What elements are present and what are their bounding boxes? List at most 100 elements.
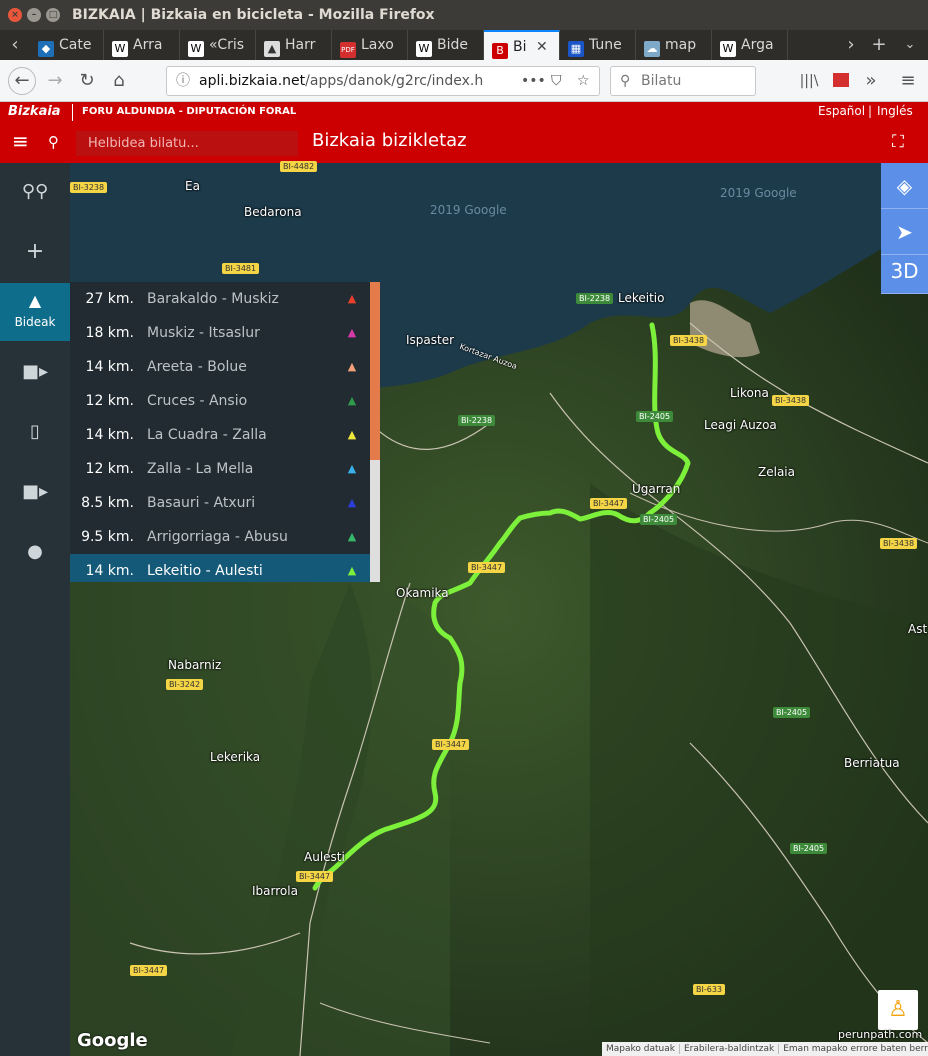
sidebar-item-globe[interactable]: ● (0, 523, 70, 583)
maximize-window-button[interactable]: □ (46, 8, 60, 22)
home-button[interactable]: ⌂ (106, 68, 132, 94)
road-label: BI-3238 (70, 182, 108, 193)
search-icon[interactable]: ⚲ (48, 133, 59, 151)
camera-icon: ■▸ (21, 481, 49, 502)
road-label: BI-3438 (772, 395, 810, 406)
address-search-input[interactable]: Helbidea bilatu... (76, 131, 298, 156)
browser-tab[interactable]: ☁ map (636, 30, 712, 60)
directions-icon: ◈ (896, 174, 913, 198)
place-label: Zelaia (758, 465, 795, 479)
sidebar-item-video[interactable]: ■▸ (0, 343, 70, 403)
browser-tab[interactable]: W Arga (712, 30, 788, 60)
place-label: Likona (730, 386, 769, 400)
terms-link[interactable]: Erabilera-baldintzak (679, 1044, 780, 1054)
pocket-icon[interactable]: ⛉ (551, 67, 562, 95)
list-item[interactable]: 14 km. La Cuadra - Zalla ▲ (70, 418, 370, 452)
library-icon[interactable]: |||\ (796, 68, 822, 94)
org-name: FORU ALDUNDIA - DIPUTACIÓN FORAL (82, 106, 297, 117)
tab-scroll-left-icon[interactable]: ‹ (2, 32, 28, 58)
road-icon: ▲ (28, 291, 42, 310)
tab-bar: ‹ ◆ Cate W Arra W «Cris ▲ Harr PDF Laxo W Bide… (0, 30, 928, 60)
road-label: BI-2238 (458, 415, 496, 426)
bizkaia-icon: B (492, 43, 508, 59)
list-item[interactable]: 14 km. Areeta - Bolue ▲ (70, 350, 370, 384)
info-icon[interactable]: ⓘ (176, 67, 190, 95)
browser-tab[interactable]: W Bide (408, 30, 484, 60)
view-3d-button[interactable]: 3D (881, 255, 928, 294)
browser-tab[interactable]: PDF Laxo (332, 30, 408, 60)
close-tab-icon[interactable]: ✕ (536, 32, 548, 60)
list-item[interactable]: 18 km. Muskiz - Itsaslur ▲ (70, 316, 370, 350)
reload-button[interactable]: ↻ (74, 68, 100, 94)
map-layers-icon[interactable]: ⛶ (892, 132, 904, 152)
wikipedia-icon: W (112, 41, 128, 57)
wikipedia-icon: W (416, 41, 432, 57)
lang-en-link[interactable]: Inglés (877, 104, 913, 118)
sidebar-item-bike[interactable]: ⚲⚲ (0, 163, 70, 223)
close-window-button[interactable]: × (8, 8, 22, 22)
tab-scroll-right-icon[interactable]: › (838, 32, 864, 58)
report-error-link[interactable]: Eman mapako errore baten berri (779, 1044, 928, 1054)
map-footer: Mapako datuak Erabilera-baldintzak Eman ma… (602, 1042, 928, 1056)
cloud-icon: ☁ (644, 41, 660, 57)
government-header: Bizkaia FORU ALDUNDIA - DIPUTACIÓN FORAL… (0, 102, 928, 123)
video-camera-icon: ■▸ (21, 361, 49, 382)
directions-button[interactable]: ◈ (881, 163, 928, 209)
road-label: BI-3447 (296, 871, 334, 882)
route-list-panel: 27 km. Barakaldo - Muskiz ▲ 18 km. Muskiz -… (70, 282, 380, 582)
bizkaia-logo[interactable]: Bizkaia (8, 104, 61, 119)
minimize-window-button[interactable]: – (27, 8, 41, 22)
pdf-icon: PDF (340, 42, 356, 58)
forward-button[interactable]: → (42, 68, 68, 94)
watermark: perunpath.com (838, 1028, 923, 1041)
new-tab-icon[interactable]: + (866, 32, 892, 58)
lang-separator: | (868, 104, 873, 118)
place-label: Ea (185, 179, 200, 193)
tab-list-icon[interactable]: ⌄ (897, 32, 923, 58)
sidebar-item-add[interactable]: + (0, 223, 70, 283)
list-item[interactable]: 12 km. Zalla - La Mella ▲ (70, 452, 370, 486)
browser-tab[interactable]: ◆ Cate (30, 30, 104, 60)
lang-es-link[interactable]: Español (818, 104, 865, 118)
road-icon: ▲ (347, 292, 357, 305)
street-view-pegman-icon[interactable]: ♙ (878, 990, 918, 1030)
menu-icon[interactable]: ≡ (12, 131, 29, 151)
url-bar[interactable]: ⓘ apli.bizkaia.net/apps/danok/g2rc/index… (166, 66, 600, 96)
sidebar-item-bideak[interactable]: ▲ Bideak (0, 283, 70, 341)
overflow-menu-icon[interactable]: » (858, 68, 884, 94)
browser-tab[interactable]: W «Cris (180, 30, 256, 60)
place-label: Aulesti (304, 850, 345, 864)
globe-icon: ● (27, 541, 43, 562)
back-button[interactable]: ← (8, 67, 36, 95)
sidebar: ⚲⚲ + ▲ Bideak ■▸ ▯ ■▸ ● (0, 163, 70, 1056)
bookmark-star-icon[interactable]: ☆ (577, 67, 590, 95)
browser-tab[interactable]: ▲ Harr (256, 30, 332, 60)
place-label: Nabarniz (168, 658, 222, 672)
peak-icon: ▲ (264, 41, 280, 57)
locate-button[interactable]: ➤ (881, 209, 928, 255)
map-data-link[interactable]: Mapako datuak (602, 1044, 680, 1054)
google-logo: Google (77, 1030, 148, 1051)
sidebar-item-pdf[interactable]: ▯ (0, 403, 70, 463)
road-label: BI-3242 (166, 679, 204, 690)
sidebar-item-camera[interactable]: ■▸ (0, 463, 70, 523)
road-icon: ▲ (347, 394, 357, 407)
road-label: BI-2405 (640, 514, 678, 525)
browser-tab[interactable]: ▦ Tune (560, 30, 636, 60)
road-icon: ▲ (347, 462, 357, 475)
place-label: Lekeitio (618, 291, 665, 305)
hamburger-menu-icon[interactable]: ≡ (895, 68, 921, 94)
list-item-selected[interactable]: 14 km. Lekeitio - Aulesti ▲ (70, 554, 370, 582)
browser-tab[interactable]: W Arra (104, 30, 180, 60)
scrollbar-thumb[interactable] (370, 282, 380, 460)
list-item[interactable]: 8.5 km. Basauri - Atxuri ▲ (70, 486, 370, 520)
list-item[interactable]: 9.5 km. Arrigorriaga - Abusu ▲ (70, 520, 370, 554)
extension-icon[interactable] (828, 68, 854, 94)
browser-search-input[interactable]: ⚲ Bilatu (610, 66, 756, 96)
list-item[interactable]: 12 km. Cruces - Ansio ▲ (70, 384, 370, 418)
page-actions-icon[interactable]: ••• (521, 67, 546, 95)
wikipedia-icon: W (188, 41, 204, 57)
browser-tab-active[interactable]: B Bi ✕ (484, 30, 560, 60)
place-label: Okamika (396, 586, 449, 600)
list-item[interactable]: 27 km. Barakaldo - Muskiz ▲ (70, 282, 370, 316)
